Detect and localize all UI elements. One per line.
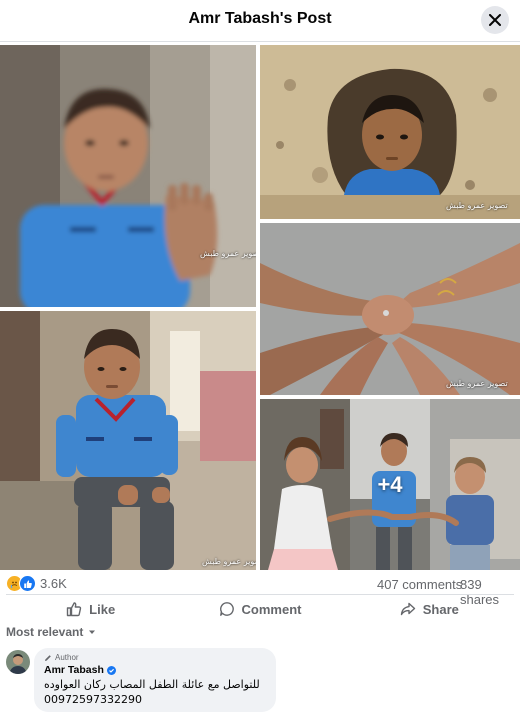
- comment-author-name[interactable]: Amr Tabash: [44, 664, 266, 676]
- photo-grid: تصوير عمرو طبش تصوير عمرو طبش وير عمرو ط…: [0, 45, 520, 570]
- pencil-icon: [45, 654, 51, 661]
- close-icon: [489, 14, 501, 26]
- photo-image: [0, 311, 256, 570]
- post-actions: Like Comment Share: [6, 594, 514, 620]
- post-header: Amr Tabash's Post: [0, 0, 520, 42]
- like-icon: [66, 602, 82, 617]
- caret-down-icon: [89, 630, 96, 634]
- author-badge-label: Author: [55, 653, 79, 662]
- photo-image: [0, 45, 256, 307]
- reactions-summary[interactable]: 3.6K: [6, 575, 67, 592]
- photo-image: [260, 223, 520, 395]
- like-button[interactable]: Like: [6, 595, 175, 620]
- photo-watermark: تصوير عمرو طبش: [202, 557, 256, 566]
- post-stats: 3.6K 407 comments 839 shares: [0, 572, 520, 607]
- author-badge: Author: [44, 653, 266, 662]
- comments-count[interactable]: 407 comments: [377, 577, 462, 592]
- comment-label: Comment: [241, 601, 302, 617]
- photo-watermark: تصوير عمرو طبش: [446, 379, 508, 388]
- verified-badge-icon: [106, 665, 116, 675]
- photo-boy-in-wall[interactable]: تصوير عمرو طبش: [260, 45, 520, 219]
- comment-button[interactable]: Comment: [175, 595, 344, 620]
- photo-watermark: تصوير عمرو طبش: [446, 201, 508, 210]
- photo-children-alley[interactable]: +4: [260, 399, 520, 570]
- more-photos-overlay[interactable]: +4: [260, 399, 520, 570]
- like-reaction-icon: [19, 575, 36, 592]
- comment-text: للتواصل مع عائلة الطفل المصاب ركان العوا…: [44, 678, 260, 691]
- comment-phone: 00972597332290: [44, 693, 142, 706]
- comment-bubble: Author Amr Tabash للتواصل مع عائلة الطفل…: [34, 648, 276, 712]
- photo-boy-raised-hand[interactable]: تصوير عمرو طبش: [0, 45, 256, 307]
- share-button[interactable]: Share: [345, 595, 514, 620]
- like-label: Like: [89, 601, 116, 617]
- share-icon: [400, 602, 415, 616]
- comment-item: Author Amr Tabash للتواصل مع عائلة الطفل…: [6, 648, 514, 714]
- photo-image: [260, 45, 520, 219]
- comment-sort-dropdown[interactable]: Most relevant: [6, 625, 97, 639]
- photo-boy-sitting[interactable]: تصوير عمرو طبش: [0, 311, 256, 570]
- comment-author-label: Amr Tabash: [44, 664, 104, 676]
- sort-label: Most relevant: [6, 625, 84, 639]
- photo-watermark: تصوير عمرو طبش: [200, 249, 256, 258]
- photo-joined-hands[interactable]: تصوير عمرو طبش: [260, 223, 520, 395]
- comment-icon: [219, 602, 234, 616]
- post-title: Amr Tabash's Post: [188, 10, 332, 27]
- reaction-count: 3.6K: [40, 576, 67, 591]
- more-photos-count: +4: [377, 471, 403, 497]
- close-button[interactable]: [481, 6, 509, 34]
- share-label: Share: [422, 601, 459, 617]
- avatar[interactable]: [6, 650, 30, 674]
